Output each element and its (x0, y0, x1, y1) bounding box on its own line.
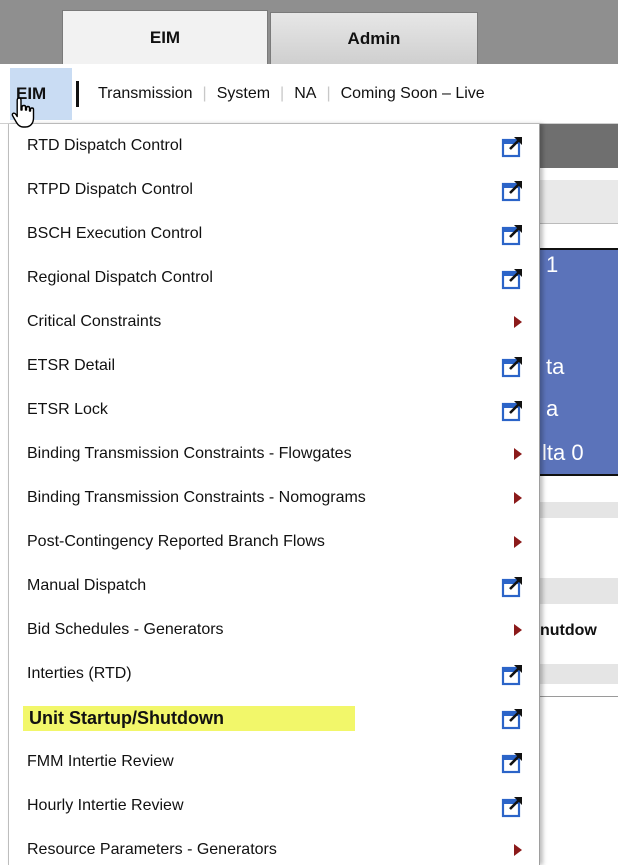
tab-eim[interactable]: EIM (62, 10, 268, 64)
menu-item-label: Manual Dispatch (27, 577, 147, 594)
menu-item[interactable]: FMM Intertie Review (9, 740, 539, 784)
menu-item[interactable]: Regional Dispatch Control (9, 256, 539, 300)
external-link-icon (501, 357, 522, 378)
nav-item-coming-soon[interactable]: Coming Soon – Live (331, 85, 495, 103)
menu-item[interactable]: RTD Dispatch Control (9, 124, 539, 168)
background-header (540, 124, 618, 168)
external-link-icon (501, 401, 522, 422)
panel-text: 1 (546, 252, 559, 277)
background-divider (540, 696, 618, 697)
background-shutdown-label: nutdow (540, 622, 597, 639)
menu-item-label: Resource Parameters - Generators (27, 841, 277, 858)
top-tab-strip: EIM Admin (0, 0, 618, 64)
panel-text: ta (546, 354, 565, 379)
menu-item[interactable]: Unit Startup/Shutdown (9, 696, 539, 740)
background-bar (540, 578, 618, 604)
menu-item-label: ETSR Detail (27, 357, 116, 374)
external-link-icon (501, 753, 522, 774)
background-page: 1 ta a lta 0 nutdow (540, 124, 618, 865)
external-link-icon (501, 137, 522, 158)
submenu-arrow-icon (514, 624, 522, 636)
menu-item-label: Hourly Intertie Review (27, 797, 184, 814)
menu-item[interactable]: Interties (RTD) (9, 652, 539, 696)
nav-items: Transmission | System | NA | Coming Soon… (88, 64, 495, 124)
submenu-arrow-icon (514, 448, 522, 460)
menu-item-label: BSCH Execution Control (27, 225, 203, 242)
external-link-icon (501, 665, 522, 686)
menu-item-label: Binding Transmission Constraints - Nomog… (27, 489, 366, 506)
background-bar (540, 502, 618, 518)
nav-active-marker (76, 81, 79, 107)
submenu-arrow-icon (514, 844, 522, 856)
external-link-icon (501, 269, 522, 290)
external-link-icon (501, 797, 522, 818)
nav-item-system[interactable]: System (207, 85, 280, 103)
background-toolbar (540, 180, 618, 224)
external-link-icon (501, 225, 522, 246)
menu-item[interactable]: Critical Constraints (9, 300, 539, 344)
tab-strip-filler (478, 0, 618, 64)
nav-item-na[interactable]: NA (284, 85, 326, 103)
menu-item-label: ETSR Lock (27, 401, 108, 418)
menu-item[interactable]: Manual Dispatch (9, 564, 539, 608)
menu-item-label: Bid Schedules - Generators (27, 621, 224, 638)
app-window: EIM Admin EIM Transmission | System | NA… (0, 0, 618, 865)
menu-item-label: RTD Dispatch Control (27, 137, 183, 154)
menu-item[interactable]: RTPD Dispatch Control (9, 168, 539, 212)
menu-item[interactable]: Hourly Intertie Review (9, 784, 539, 828)
menu-item[interactable]: Binding Transmission Constraints - Nomog… (9, 476, 539, 520)
submenu-arrow-icon (514, 492, 522, 504)
menu-item-label: FMM Intertie Review (27, 753, 174, 770)
hand-pointer-icon (11, 97, 35, 128)
menu-item-label: Post-Contingency Reported Branch Flows (27, 533, 325, 550)
menu-item-label: Interties (RTD) (27, 665, 132, 682)
menu-item-label: RTPD Dispatch Control (27, 181, 193, 198)
external-link-icon (501, 709, 522, 730)
menu-item-label: Binding Transmission Constraints - Flowg… (27, 445, 352, 462)
menu-item[interactable]: BSCH Execution Control (9, 212, 539, 256)
menu-item[interactable]: Post-Contingency Reported Branch Flows (9, 520, 539, 564)
menu-item-label: Unit Startup/Shutdown (23, 705, 355, 731)
nav-item-transmission[interactable]: Transmission (88, 85, 203, 103)
external-link-icon (501, 577, 522, 598)
submenu-arrow-icon (514, 536, 522, 548)
tab-admin[interactable]: Admin (270, 12, 478, 64)
menu-item[interactable]: ETSR Detail (9, 344, 539, 388)
menu-item[interactable]: Resource Parameters - Generators (9, 828, 539, 865)
secondary-nav: EIM Transmission | System | NA | Coming … (0, 64, 618, 124)
background-bar (540, 664, 618, 684)
background-blue-panel: 1 ta a lta 0 (540, 248, 618, 476)
panel-text: lta 0 (542, 440, 584, 465)
menu-item[interactable]: ETSR Lock (9, 388, 539, 432)
menu-item[interactable]: Binding Transmission Constraints - Flowg… (9, 432, 539, 476)
menu-item-label: Critical Constraints (27, 313, 162, 330)
menu-item-label: Regional Dispatch Control (27, 269, 213, 286)
eim-dropdown-menu: RTD Dispatch Control RTPD Dispatch Contro… (8, 124, 540, 865)
menu-item[interactable]: Bid Schedules - Generators (9, 608, 539, 652)
panel-text: a (546, 396, 559, 421)
submenu-arrow-icon (514, 316, 522, 328)
external-link-icon (501, 181, 522, 202)
